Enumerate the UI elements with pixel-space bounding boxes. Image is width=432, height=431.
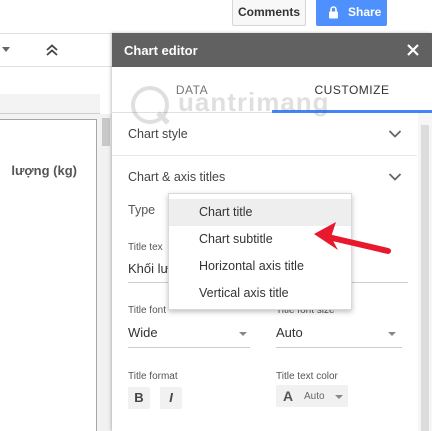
text-color-value: Auto [304, 391, 325, 402]
title-font-caret-icon[interactable] [239, 332, 247, 336]
share-button[interactable]: Share [316, 0, 387, 26]
title-text-color-label: Title text color [276, 371, 338, 382]
tab-data[interactable]: DATA [112, 67, 272, 113]
title-font-select[interactable]: Wide [128, 325, 158, 340]
type-label: Type [128, 203, 156, 217]
text-color-glyph-icon: A [283, 388, 294, 404]
lock-icon [329, 6, 338, 19]
tab-customize[interactable]: CUSTOMIZE [272, 67, 432, 113]
comments-button[interactable]: Comments [232, 0, 306, 26]
title-font-size-underline [276, 347, 402, 348]
chevron-down-icon [388, 130, 402, 138]
share-label: Share [348, 5, 382, 19]
italic-button[interactable]: I [160, 387, 182, 409]
editor-tabs: DATA CUSTOMIZE [112, 67, 432, 113]
close-icon[interactable] [406, 43, 420, 57]
editor-scrollbar[interactable] [418, 113, 432, 431]
title-text-label: Title tex [128, 242, 163, 253]
chart-title-preview: lượng (kg) [11, 163, 77, 178]
section-chart-axis-titles-label: Chart & axis titles [128, 170, 226, 184]
title-text-input[interactable]: Khối lư [128, 261, 169, 276]
sheet-scrollbar-thumb[interactable] [102, 118, 110, 146]
editor-scrollbar-thumb[interactable] [421, 125, 429, 431]
chart-editor-title: Chart editor [124, 43, 198, 58]
section-chart-style-label: Chart style [128, 127, 188, 141]
chart-editor-header: Chart editor [112, 33, 432, 67]
title-font-label: Title font [128, 305, 166, 316]
text-color-button[interactable]: A Auto [276, 385, 348, 407]
section-chart-style[interactable]: Chart style [112, 113, 417, 156]
formula-bar[interactable] [0, 67, 100, 94]
sheet-toolbar [0, 33, 113, 67]
bold-button[interactable]: B [128, 387, 150, 409]
title-format-label: Title format [128, 371, 178, 382]
collapse-toolbar-icon[interactable] [44, 42, 60, 58]
annotation-arrow-icon [314, 222, 391, 254]
toolbar-dropdown-caret-icon[interactable] [2, 47, 10, 52]
menu-item-vertical-axis-title[interactable]: Vertical axis title [169, 280, 351, 307]
top-bar: Comments Share [0, 0, 432, 33]
sheet-scrollbar[interactable] [100, 114, 112, 431]
column-header [0, 94, 100, 114]
title-font-size-caret-icon[interactable] [388, 332, 396, 336]
chevron-down-icon [388, 173, 402, 181]
title-font-underline [128, 347, 250, 348]
text-color-caret-icon [335, 395, 343, 399]
title-font-size-select[interactable]: Auto [276, 325, 303, 340]
